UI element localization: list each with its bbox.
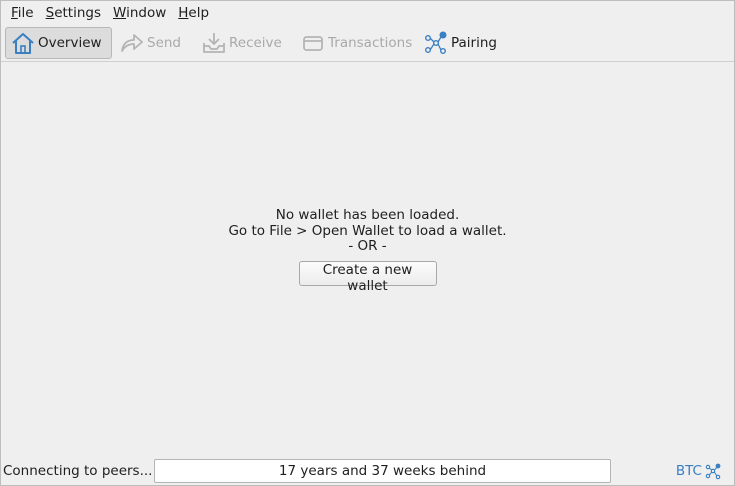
tab-pairing[interactable]: Pairing (418, 27, 508, 59)
card-icon (300, 30, 326, 56)
status-bar: Connecting to peers... 17 years and 37 w… (1, 456, 734, 485)
tab-transactions[interactable]: Transactions (295, 27, 416, 59)
menu-help[interactable]: Help (172, 2, 215, 24)
open-wallet-hint: Go to File > Open Wallet to load a walle… (228, 222, 507, 239)
menu-window[interactable]: Window (107, 2, 172, 24)
menu-window-mnemonic: W (113, 4, 127, 21)
network-sync-icon (705, 463, 721, 479)
no-wallet-panel: No wallet has been loaded. Go to File > … (1, 207, 734, 294)
menu-window-label: indow (126, 4, 167, 21)
send-arrow-icon (119, 30, 145, 56)
tab-pairing-label: Pairing (451, 34, 497, 51)
menu-file-mnemonic: F (11, 4, 18, 21)
status-message: Connecting to peers... (3, 462, 153, 479)
tab-send[interactable]: Send (114, 27, 194, 59)
tab-send-label: Send (147, 34, 182, 51)
menu-file[interactable]: File (5, 2, 40, 24)
no-wallet-message: No wallet has been loaded. (275, 207, 460, 223)
menu-help-mnemonic: H (178, 4, 189, 21)
tab-overview[interactable]: Overview (5, 26, 112, 59)
unit-display[interactable]: BTC (676, 456, 722, 485)
receive-tray-icon (201, 30, 227, 56)
tab-overview-label: Overview (38, 34, 102, 51)
home-icon (10, 30, 36, 56)
menu-help-label: elp (188, 4, 210, 21)
app-window: File Settings Window Help Overview Send (0, 0, 735, 486)
tab-receive[interactable]: Receive (196, 27, 293, 59)
unit-label: BTC (675, 462, 702, 479)
or-separator: - OR - (348, 238, 387, 254)
menu-settings[interactable]: Settings (40, 2, 107, 24)
main-toolbar: Overview Send Receive Transactions Pairi… (1, 24, 734, 62)
pairing-network-icon (423, 30, 449, 56)
menu-settings-mnemonic: S (45, 4, 55, 21)
menu-settings-label: ettings (54, 4, 101, 21)
menu-file-label: ile (17, 4, 34, 21)
tab-receive-label: Receive (229, 34, 282, 51)
sync-progress-bar: 17 years and 37 weeks behind (154, 458, 611, 483)
create-wallet-button[interactable]: Create a new wallet (298, 260, 437, 294)
tab-transactions-label: Transactions (328, 34, 413, 51)
menu-bar: File Settings Window Help (1, 1, 734, 24)
